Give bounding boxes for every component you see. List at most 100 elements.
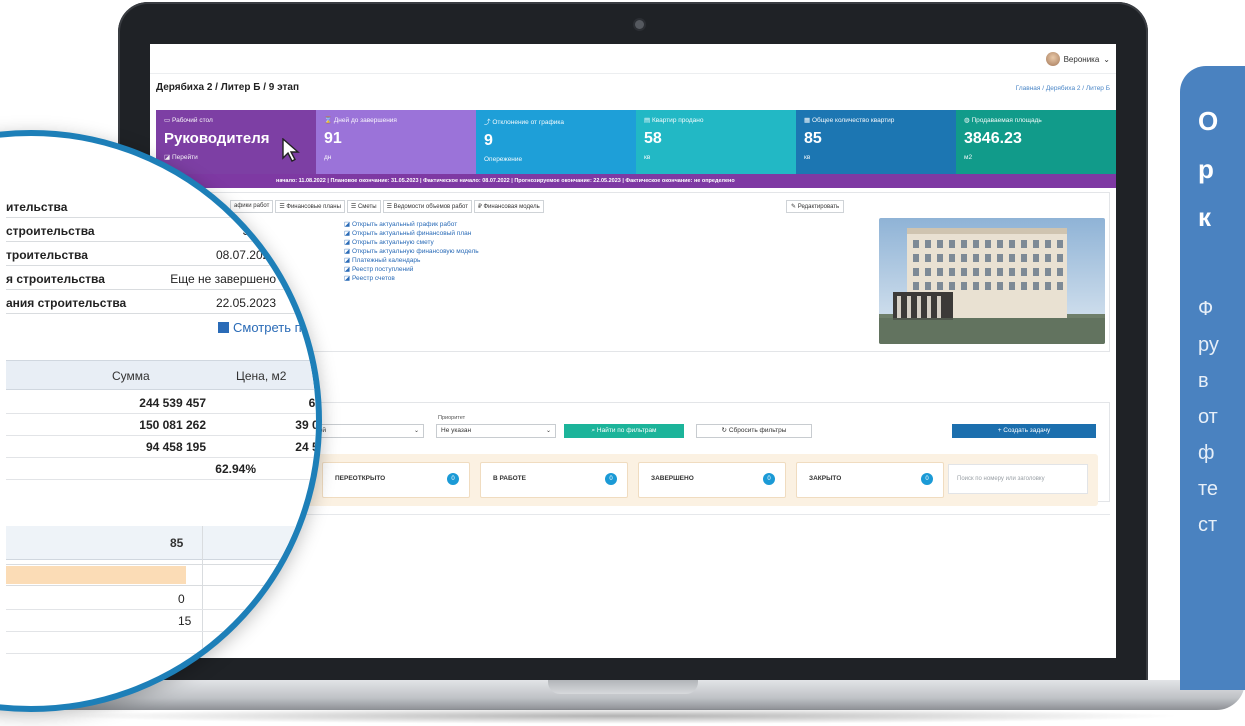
promo-stage: Вероника ⌄ Дерябиха 2 / Литер Б / 9 этап… — [0, 0, 1245, 726]
link-label: Платежный календарь — [351, 257, 421, 264]
column-header-price: Цена, м2 — [236, 369, 287, 383]
tile-caption: Общее количество квартир — [811, 117, 895, 124]
detail-row: строительства 31.05. — [6, 220, 316, 242]
kanban-column-done[interactable]: ЗАВЕРШЕНО 0 — [638, 462, 786, 498]
view-details-link[interactable]: Смотреть под — [218, 320, 316, 335]
row-value: 1 — [289, 200, 296, 214]
external-link-icon: ◪ — [344, 248, 352, 255]
tab-volumes[interactable]: ☰ Ведомости объемов работ — [382, 200, 472, 213]
external-link-icon: ◪ — [344, 266, 352, 273]
detail-row: ительства 1 — [6, 196, 316, 218]
edit-icon: ✎ — [791, 204, 798, 210]
cell-percent: 62.94% — [215, 462, 256, 476]
link-schedule[interactable]: ◪ Открыть актуальный график работ — [344, 220, 479, 228]
external-link-icon: ◪ — [344, 230, 352, 237]
kanban-column-closed[interactable]: ЗАКРЫТО 0 — [796, 462, 944, 498]
tile-value: 58 — [644, 130, 662, 147]
kanban-column-reopened[interactable]: ПЕРЕОТКРЫТО 0 — [322, 462, 470, 498]
row-label: я строительства — [6, 272, 105, 286]
link-payment-calendar[interactable]: ◪ Платежный календарь — [344, 256, 479, 264]
progress-fill — [6, 566, 186, 584]
card-heading-line: к — [1198, 202, 1212, 232]
user-menu[interactable]: Вероника ⌄ — [1045, 52, 1110, 66]
tile-caption: Дней до завершения — [333, 117, 397, 124]
tile-value: 91 — [324, 130, 342, 147]
cell-price: 24 558 — [295, 440, 319, 454]
camera-icon — [635, 20, 644, 29]
cell-count: 0 — [178, 592, 185, 606]
kanban-search-input[interactable]: Поиск по номеру или заголовку — [948, 464, 1088, 494]
column-title: ЗАВЕРШЕНО — [651, 475, 694, 482]
row-label: ания строительства — [6, 296, 127, 310]
reset-filters-button[interactable]: ↻ Сбросить фильтры — [696, 424, 812, 438]
external-link-icon: ◪ — [344, 221, 352, 228]
row-label: ительства — [6, 200, 68, 214]
tile-value: 85 — [804, 130, 822, 147]
hourglass-icon: ⌛ — [324, 117, 334, 124]
tab-estimates[interactable]: ☰ Сметы — [346, 200, 381, 213]
row-value: 31.05. — [242, 224, 276, 238]
card-body-line: от — [1198, 406, 1218, 428]
tab-label: Сметы — [357, 204, 377, 210]
row-value: 08.07.2022 — [215, 248, 276, 262]
cell-sum: 150 081 262 — [139, 418, 206, 432]
find-by-filters-button[interactable]: ⌕ Найти по фильтрам — [564, 424, 684, 438]
priority-select[interactable]: Не указан ⌄ — [436, 424, 556, 438]
tab-label: Финансовая модель — [483, 204, 540, 210]
refresh-icon: ↻ — [721, 427, 729, 434]
card-body-line: ст — [1198, 514, 1218, 536]
column-title: ПЕРЕОТКРЫТО — [335, 475, 386, 482]
card-body-line: ф — [1198, 442, 1215, 464]
edit-button[interactable]: ✎ Редактировать — [786, 200, 845, 213]
link-label: Открыть актуальную финансовую модель — [351, 248, 479, 255]
tile-caption: Рабочий стол — [171, 117, 213, 124]
button-label: Сбросить фильтры — [728, 427, 787, 434]
breadcrumb[interactable]: Главная / Дерябиха 2 / Литер Б — [1016, 85, 1110, 92]
chevron-down-icon: ⌄ — [413, 428, 419, 434]
tile-caption: Продаваемая площадь — [971, 117, 1042, 124]
link-estimate[interactable]: ◪ Открыть актуальную смету — [344, 238, 479, 246]
filter-select[interactable]: бой ⌄ — [310, 424, 424, 438]
tile-value: 9 — [484, 132, 493, 149]
link-finance-model[interactable]: ◪ Открыть актуальную финансовую модель — [344, 247, 479, 255]
chevron-down-icon: ⌄ — [1103, 54, 1110, 64]
cell-sum: 94 458 195 — [145, 440, 206, 454]
link-finance-plan[interactable]: ◪ Открыть актуальный финансовый план — [344, 229, 479, 237]
table-row: 0 — [6, 588, 316, 610]
link-invoices-registry[interactable]: ◪ Реестр счетов — [344, 274, 479, 282]
card-body-line: в — [1198, 370, 1209, 392]
count-total: 85 — [170, 536, 184, 550]
tab-finance-model[interactable]: ₽ Финансовая модель — [473, 200, 544, 213]
link-label: Смотреть под — [233, 320, 317, 335]
link-label: Открыть актуальный график работ — [351, 221, 458, 228]
external-link-icon — [218, 322, 229, 333]
tile-area: ◍ Продаваемая площадь 3846.23 м2 — [956, 110, 1116, 174]
tile-caption: Квартир продано — [651, 117, 704, 124]
priority-label: Приоритет — [438, 415, 466, 421]
quick-links: ◪ Открыть актуальный график работ ◪ Откр… — [344, 220, 479, 282]
column-title: ЗАКРЫТО — [809, 475, 842, 482]
table-row: 94 458 195 24 558 — [6, 436, 319, 458]
tile-caption: Отклонение от графика — [492, 119, 565, 126]
count-badge: 0 — [605, 473, 617, 485]
cell-price: 39 020 — [295, 418, 319, 432]
link-label: Открыть актуальный финансовый план — [351, 230, 472, 237]
create-task-button[interactable]: + Создать задачу — [952, 424, 1096, 438]
user-name: Вероника — [1063, 54, 1100, 64]
laptop-notch — [548, 680, 698, 694]
link-receipts-registry[interactable]: ◪ Реестр поступлений — [344, 265, 479, 273]
card-heading-line: О — [1198, 106, 1219, 136]
card-body-line: Ф — [1198, 298, 1214, 320]
table-row: 15 — [6, 610, 316, 632]
link-label: Реестр поступлений — [351, 266, 414, 273]
chevron-down-icon: ⌄ — [545, 428, 551, 434]
row-value: 22.05.2023 — [215, 296, 276, 310]
top-bar: Вероника ⌄ — [150, 44, 1116, 74]
external-link-icon: ◪ — [344, 275, 352, 282]
button-label: Найти по фильтрам — [596, 427, 657, 434]
building-photo — [879, 218, 1105, 344]
card-body-line: ру — [1198, 334, 1219, 356]
count-badge: 0 — [921, 473, 933, 485]
detail-row: ания строительства 22.05.2023 — [6, 292, 316, 314]
kanban-column-in-progress[interactable]: В РАБОТЕ 0 — [480, 462, 628, 498]
